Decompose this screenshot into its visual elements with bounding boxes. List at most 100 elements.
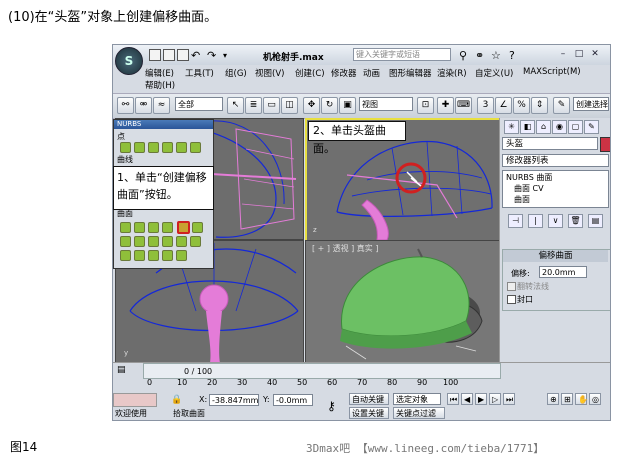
hierarchy-tab-icon[interactable]: ⌂ — [536, 120, 551, 134]
zoom-icon[interactable]: ⊕ — [547, 393, 559, 405]
subscription-icon[interactable]: ⚭ — [475, 49, 484, 62]
create-u-loft-surface-icon[interactable] — [176, 236, 187, 247]
create-cap-surface-icon[interactable] — [162, 236, 173, 247]
scale-icon[interactable]: ▣ — [339, 97, 356, 114]
stack-item-surface-cv[interactable]: 曲面 CV — [506, 183, 605, 194]
mini-listener-icon[interactable]: ▤ — [117, 365, 137, 375]
create-point-icon[interactable] — [120, 142, 131, 153]
link-icon[interactable]: ⚯ — [117, 97, 134, 114]
display-tab-icon[interactable]: ▢ — [568, 120, 583, 134]
edit-named-selection-icon[interactable]: ✎ — [553, 97, 570, 114]
maximize-icon[interactable]: □ — [572, 48, 586, 61]
menu-edit[interactable]: 编辑(E) — [145, 67, 174, 79]
object-name-field[interactable]: 头盔 — [502, 137, 598, 150]
create-blend-surface-icon[interactable] — [162, 222, 173, 233]
reference-coordinate-dropdown[interactable]: 视图 — [359, 97, 413, 111]
named-selection-dropdown[interactable]: 创建选择 — [573, 97, 609, 111]
keyboard-shortcut-icon[interactable]: ⌨ — [455, 97, 472, 114]
select-object-icon[interactable]: ↖ — [227, 97, 244, 114]
offset-input[interactable]: 20.0mm — [539, 266, 587, 278]
save-icon[interactable] — [177, 49, 189, 61]
time-slider[interactable]: 0 / 100 — [143, 363, 501, 379]
rollout-title[interactable]: 偏移曲面 — [503, 250, 608, 262]
lock-selection-icon[interactable]: 🔒 — [171, 395, 182, 405]
create-surface-point-icon[interactable] — [176, 142, 187, 153]
go-to-end-icon[interactable]: ⏭ — [503, 393, 515, 405]
y-coordinate-field[interactable]: -0.0mm — [273, 394, 313, 406]
menu-maxscript[interactable]: MAXScript(M) — [523, 67, 581, 77]
search-input[interactable]: 键入关键字或短语 — [353, 48, 451, 61]
create-curve-point-icon[interactable] — [148, 142, 159, 153]
orbit-icon[interactable]: ◎ — [589, 393, 601, 405]
viewport-perspective[interactable]: [ + ] 透视 ] 真实 ] — [305, 240, 501, 364]
create-cv-surface-icon[interactable] — [120, 222, 131, 233]
create-multicurve-trim-icon[interactable] — [162, 250, 173, 261]
spinner-snap-icon[interactable]: ⇕ — [531, 97, 548, 114]
set-key-icon[interactable]: ⚷ — [327, 399, 336, 413]
quick-access-dropdown-icon[interactable]: ▾ — [223, 51, 227, 60]
x-coordinate-field[interactable]: -38.847mm — [209, 394, 259, 406]
select-by-name-icon[interactable]: ≣ — [245, 97, 262, 114]
menu-group[interactable]: 组(G) — [225, 67, 247, 79]
viewport-label[interactable]: [ + ] 透视 ] 真实 ] — [312, 243, 378, 254]
unlink-icon[interactable]: ⚮ — [135, 97, 152, 114]
configure-sets-icon[interactable]: ▤ — [588, 214, 603, 228]
bind-space-warp-icon[interactable]: ≈ — [153, 97, 170, 114]
go-to-start-icon[interactable]: ⏮ — [447, 393, 459, 405]
create-extrude-surface-icon[interactable] — [120, 236, 131, 247]
key-filters-button[interactable]: 关键点过滤器... — [393, 407, 445, 419]
pan-icon[interactable]: ✋ — [575, 393, 588, 405]
menu-create[interactable]: 创建(C) — [295, 67, 325, 79]
cap-checkbox[interactable] — [507, 295, 516, 304]
pin-stack-icon[interactable]: ⊣ — [508, 214, 523, 228]
motion-tab-icon[interactable]: ◉ — [552, 120, 567, 134]
select-manipulate-icon[interactable]: ✚ — [437, 97, 454, 114]
create-lathe-surface-icon[interactable] — [134, 236, 145, 247]
remove-modifier-icon[interactable]: 🗑 — [568, 214, 583, 228]
pivot-center-icon[interactable]: ⊡ — [417, 97, 434, 114]
play-icon[interactable]: ▶ — [475, 393, 487, 405]
create-multisided-blend-icon[interactable] — [148, 250, 159, 261]
modifier-list-dropdown[interactable]: 修改器列表 — [502, 154, 609, 167]
nurbs-toolbox-title[interactable]: NURBS — [114, 120, 213, 129]
create-tab-icon[interactable]: ✳ — [504, 120, 519, 134]
create-ruled-surface-icon[interactable] — [148, 236, 159, 247]
angle-snap-icon[interactable]: ∠ — [495, 97, 512, 114]
previous-frame-icon[interactable]: ◀ — [461, 393, 473, 405]
zoom-all-icon[interactable]: ⊞ — [561, 393, 573, 405]
menu-customize[interactable]: 自定义(U) — [475, 67, 513, 79]
menu-animation[interactable]: 动画 — [363, 67, 380, 79]
rect-selection-icon[interactable]: ▭ — [263, 97, 280, 114]
create-1-rail-sweep-icon[interactable] — [120, 250, 131, 261]
maxscript-listener[interactable] — [113, 393, 157, 407]
move-icon[interactable]: ✥ — [303, 97, 320, 114]
menu-tools[interactable]: 工具(T) — [185, 67, 214, 79]
window-crossing-icon[interactable]: ◫ — [281, 97, 298, 114]
percent-snap-icon[interactable]: % — [513, 97, 530, 114]
app-logo-icon[interactable]: S — [115, 47, 143, 75]
selection-filter-dropdown[interactable]: 全部 — [175, 97, 223, 111]
menu-views[interactable]: 视图(V) — [255, 67, 284, 79]
stack-item-surface[interactable]: 曲面 — [506, 194, 605, 205]
minimize-icon[interactable]: – — [556, 48, 570, 61]
menu-modifiers[interactable]: 修改器 — [331, 67, 357, 79]
next-frame-icon[interactable]: ▷ — [489, 393, 501, 405]
create-transform-surface-icon[interactable] — [148, 222, 159, 233]
create-2-rail-sweep-icon[interactable] — [134, 250, 145, 261]
menu-help[interactable]: 帮助(H) — [145, 79, 175, 91]
rotate-icon[interactable]: ↻ — [321, 97, 338, 114]
create-mirror-surface-icon[interactable] — [192, 222, 203, 233]
make-unique-icon[interactable]: ∨ — [548, 214, 563, 228]
favorites-star-icon[interactable]: ☆ — [491, 49, 501, 62]
undo-icon[interactable]: ↶ — [191, 49, 200, 62]
new-file-icon[interactable] — [149, 49, 161, 61]
open-file-icon[interactable] — [163, 49, 175, 61]
close-icon[interactable]: ✕ — [588, 48, 602, 61]
create-point-surface-icon[interactable] — [134, 222, 145, 233]
create-offset-point-icon[interactable] — [134, 142, 145, 153]
create-curve-curve-point-icon[interactable] — [162, 142, 173, 153]
create-offset-surface-button[interactable] — [177, 221, 190, 234]
help-icon[interactable]: ? — [509, 49, 515, 62]
set-key-button[interactable]: 设置关键点 — [349, 407, 389, 419]
create-fillet-surface-icon[interactable] — [176, 250, 187, 261]
